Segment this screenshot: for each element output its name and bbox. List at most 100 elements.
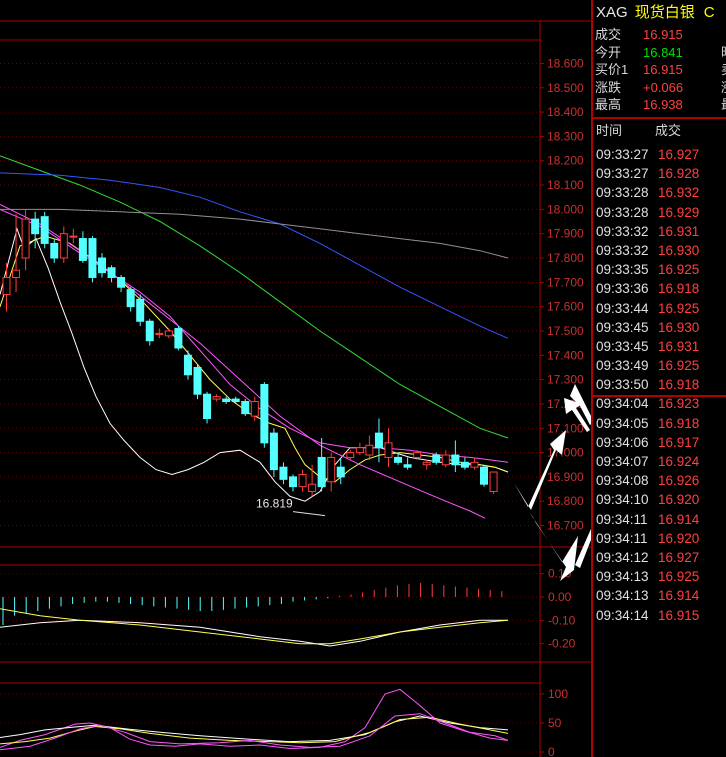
instrument-title: XAG 现货白银 C [593, 0, 726, 26]
candle-body [470, 461, 479, 468]
tick-price: 16.925 [658, 262, 700, 278]
y-tick-label: 17.300 [547, 373, 584, 387]
chart-area[interactable]: 16.819 18.600 18.500 18.400 18.300 18.200 18.… [0, 0, 591, 757]
candle-body [413, 452, 422, 458]
instrument-code: XAG [596, 4, 628, 21]
tick-row: 09:34:10 16.920 [593, 490, 726, 509]
tick-time: 09:33:44 [596, 300, 649, 316]
tick-row: 09:34:13 16.925 [593, 567, 726, 586]
tick-row: 09:33:49 16.925 [593, 356, 726, 375]
tick-time: 09:34:13 [596, 569, 649, 585]
tick-price: 16.918 [658, 377, 700, 393]
candle-body [145, 320, 154, 342]
tick-price: 16.914 [658, 511, 700, 527]
tick-price: 16.930 [658, 319, 700, 335]
candle-body [460, 461, 469, 468]
tick-list[interactable]: 09:33:27 16.927 09:33:27 16.928 09:33:28 16.9… [593, 145, 726, 625]
tick-row: 09:33:44 16.925 [593, 299, 726, 318]
y-tick-label: 18.400 [547, 105, 584, 119]
tick-time: 09:34:06 [596, 434, 649, 450]
candle-body [241, 401, 250, 415]
tick-row: 09:33:45 16.930 [593, 318, 726, 337]
y-tick-label: 17.100 [547, 421, 584, 435]
tick-time: 09:33:49 [596, 358, 649, 374]
candle-body [203, 393, 212, 420]
quote-value: 16.915 [643, 27, 683, 42]
candle-body [98, 257, 106, 274]
tick-price: 16.920 [658, 530, 700, 546]
candle-body [327, 456, 336, 483]
tick-price: 16.926 [658, 473, 700, 489]
candle-body [21, 218, 30, 259]
candle-body [489, 471, 498, 492]
tick-price: 16.914 [658, 588, 700, 604]
y-tick-label: 50 [548, 716, 562, 730]
tick-row: 09:33:28 16.929 [593, 203, 726, 222]
candle-body [269, 432, 278, 471]
candle-body [78, 238, 87, 261]
quote-value: 16.938 [643, 97, 683, 112]
ma5-line [0, 227, 509, 502]
quote-row: 涨跌 +0.066 涨 [593, 79, 726, 97]
quote-value: 16.915 [643, 62, 683, 77]
candle-body [355, 447, 364, 454]
tick-row: 09:33:36 16.918 [593, 279, 726, 298]
y-tick-label: 17.900 [547, 227, 584, 241]
tick-time: 09:33:35 [596, 262, 649, 278]
candle-body [31, 218, 40, 235]
tick-price: 16.923 [658, 396, 700, 412]
quote-row: 最高 16.938 最 [593, 96, 726, 114]
tick-time: 09:34:11 [596, 511, 648, 527]
tick-time: 09:33:32 [596, 223, 649, 239]
candle-body [88, 238, 97, 278]
quote-value: +0.066 [643, 79, 684, 95]
y-tick-label: 17.800 [547, 251, 584, 265]
tick-time: 09:33:45 [596, 319, 649, 335]
candle-body [441, 454, 450, 466]
tick-time: 09:34:08 [596, 473, 649, 489]
candle-body [40, 216, 49, 244]
tick-time: 09:34:12 [596, 549, 649, 565]
tick-price: 16.929 [658, 204, 700, 220]
y-tick-label: 17.600 [547, 300, 584, 314]
candle-body [384, 442, 393, 458]
quote-label: 今开 [595, 44, 622, 60]
candle-body [279, 466, 288, 480]
quote-right-label: 昨 [721, 44, 726, 62]
ma60-line [0, 172, 509, 339]
tick-time: 09:34:13 [596, 588, 649, 604]
candle-body [136, 298, 145, 322]
tick-price: 16.925 [658, 358, 700, 374]
tick-row: 09:33:32 16.931 [593, 222, 726, 241]
tick-price: 16.918 [658, 415, 700, 431]
y-tick-label: 18.200 [547, 154, 584, 168]
instrument-extra: C [703, 4, 715, 21]
tick-time: 09:33:27 [596, 166, 649, 182]
y-tick-label: 0 [548, 745, 555, 757]
quote-label: 涨跌 [595, 79, 622, 95]
tick-row: 09:33:28 16.932 [593, 183, 726, 202]
tick-time: 09:33:50 [596, 377, 649, 393]
candle-body [365, 444, 374, 456]
candle-body [155, 332, 164, 335]
tick-row: 09:34:14 16.915 [593, 606, 726, 625]
tick-price: 16.931 [658, 338, 700, 354]
tick-price: 16.931 [658, 223, 700, 239]
candle-body [193, 366, 202, 395]
candle-body [394, 456, 403, 463]
tick-price: 16.927 [658, 549, 700, 565]
tick-time: 09:34:04 [596, 396, 649, 412]
candle-body [69, 235, 78, 238]
candle-body [260, 383, 269, 444]
ticks-header-price: 成交 [655, 123, 682, 138]
candle-body [308, 483, 317, 492]
tick-time: 09:33:28 [596, 204, 649, 220]
ma10-line [0, 235, 509, 483]
candle-body [107, 267, 116, 278]
tick-row: 09:34:13 16.914 [593, 586, 726, 605]
candle-body [480, 466, 488, 485]
y-tick-label: -0.20 [548, 637, 576, 651]
tick-row: 09:34:11 16.920 [593, 529, 726, 548]
indicator-line [0, 715, 509, 743]
tick-row: 09:34:12 16.927 [593, 548, 726, 567]
